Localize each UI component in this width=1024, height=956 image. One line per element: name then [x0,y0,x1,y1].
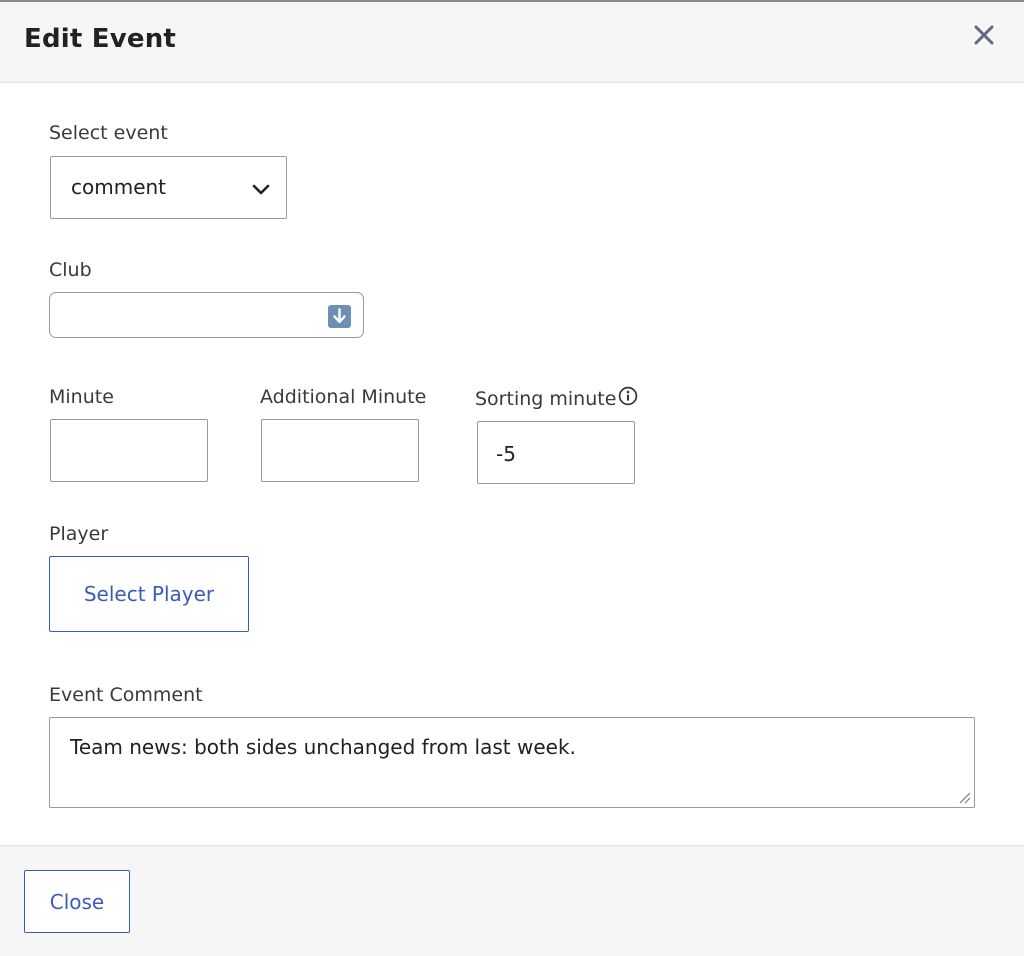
modal-footer: Close [0,845,1024,956]
close-button[interactable]: Close [24,870,130,933]
club-input[interactable] [49,292,364,338]
club-label: Club [49,259,92,281]
close-icon[interactable] [966,18,1002,52]
additional-minute-input[interactable] [261,419,419,482]
minute-input[interactable] [50,419,208,482]
chevron-down-icon [252,184,270,195]
sorting-minute-label: Sorting minute [475,388,617,410]
sorting-minute-input[interactable]: -5 [477,421,635,484]
modal-title: Edit Event [24,24,177,54]
event-comment-text: Team news: both sides unchanged from las… [70,735,576,759]
event-comment-label: Event Comment [49,684,203,706]
resize-handle-icon[interactable] [957,790,971,804]
select-event-label: Select event [49,122,168,144]
event-comment-textarea[interactable]: Team news: both sides unchanged from las… [49,717,975,808]
sorting-minute-value: -5 [496,442,516,466]
down-arrow-icon [328,305,351,328]
player-label: Player [49,523,109,545]
info-icon[interactable] [618,386,638,406]
select-event-dropdown[interactable]: comment [50,156,287,219]
modal-header: Edit Event [0,2,1024,83]
additional-minute-label: Additional Minute [260,386,427,408]
select-event-value: comment [71,175,167,199]
select-player-button[interactable]: Select Player [49,556,249,632]
minute-label: Minute [49,386,114,408]
